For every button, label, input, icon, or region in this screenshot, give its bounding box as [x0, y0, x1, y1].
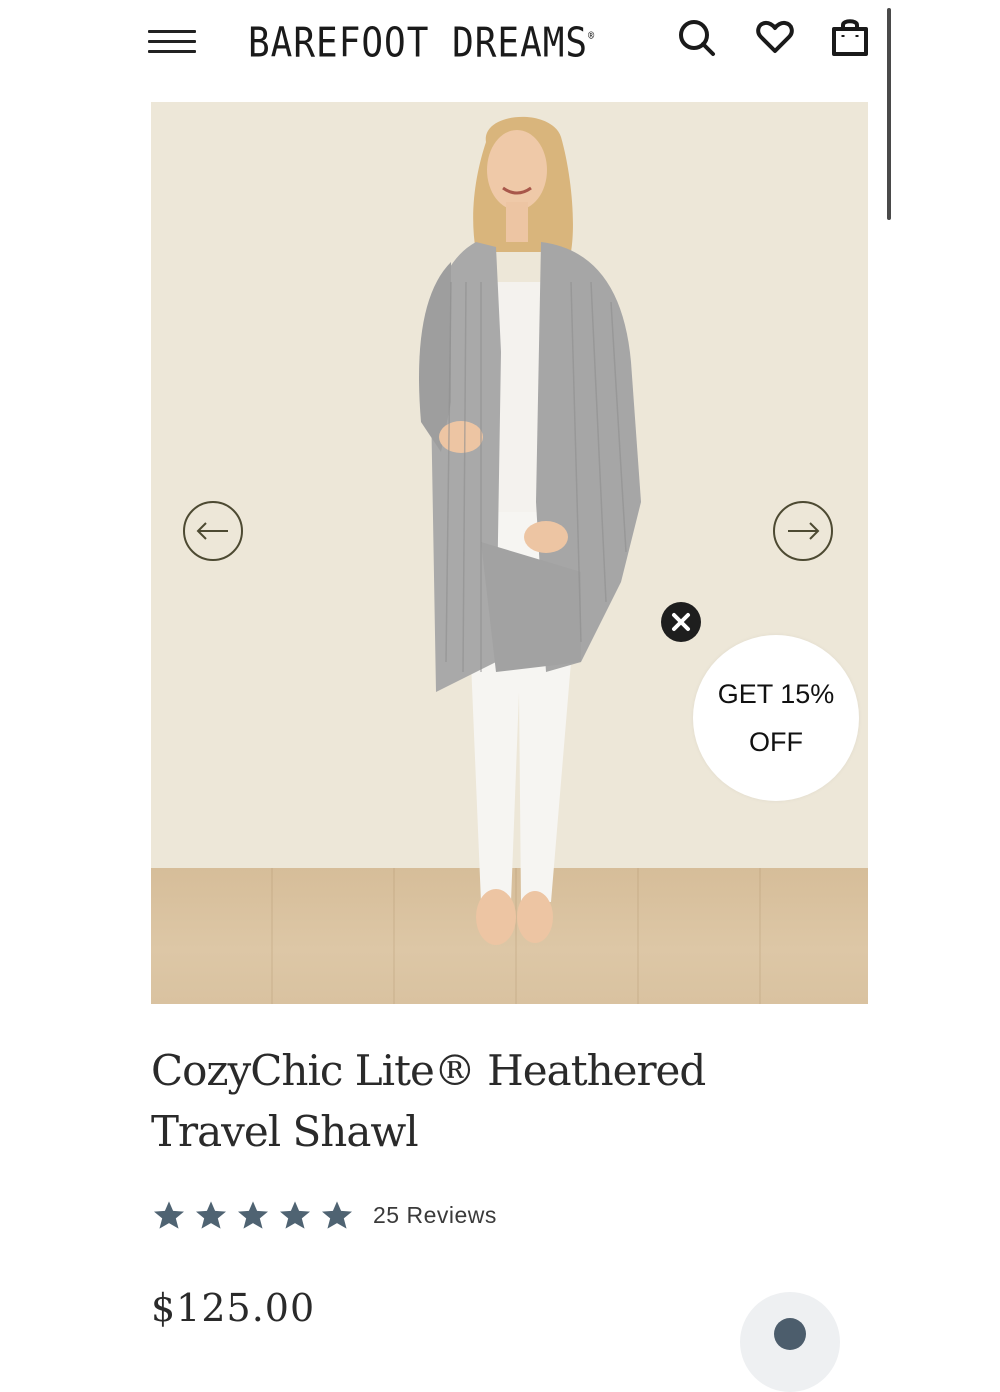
scrollbar[interactable] — [887, 8, 891, 220]
promo-line-2: OFF — [749, 727, 803, 757]
product-rating[interactable]: 25 Reviews — [151, 1198, 497, 1232]
search-icon[interactable] — [676, 16, 718, 58]
star-icon — [196, 1201, 226, 1229]
chat-icon — [774, 1318, 806, 1350]
arrow-right-icon — [788, 522, 820, 540]
star-icon — [154, 1201, 184, 1229]
menu-icon[interactable] — [148, 26, 198, 58]
close-icon — [672, 613, 690, 631]
brand-registered-mark: ® — [588, 30, 596, 43]
reviews-link[interactable]: 25 Reviews — [373, 1202, 497, 1229]
brand-logo[interactable]: BAREFOOT DREAMS® — [248, 16, 595, 71]
product-price: $125.00 — [151, 1286, 316, 1330]
chat-widget-button[interactable] — [740, 1292, 840, 1392]
brand-name: BAREFOOT DREAMS — [248, 19, 589, 67]
promo-line-1: GET 15% — [717, 679, 835, 709]
close-promo-button[interactable] — [661, 602, 701, 642]
next-image-button[interactable] — [773, 501, 833, 561]
star-icon — [238, 1201, 268, 1229]
previous-image-button[interactable] — [183, 501, 243, 561]
model-figure — [419, 116, 641, 945]
star-icon — [280, 1201, 310, 1229]
product-image[interactable] — [151, 102, 868, 1004]
product-title: CozyChic Lite® Heathered Travel Shawl — [151, 1046, 706, 1156]
shopping-bag-icon[interactable] — [829, 16, 871, 58]
heart-icon[interactable] — [754, 16, 796, 58]
star-icon — [322, 1201, 352, 1229]
rating-stars — [151, 1200, 355, 1230]
site-header: BAREFOOT DREAMS® — [0, 0, 1000, 220]
arrow-left-icon — [196, 522, 228, 540]
discount-promo-badge[interactable]: GET 15% OFF — [693, 635, 859, 801]
